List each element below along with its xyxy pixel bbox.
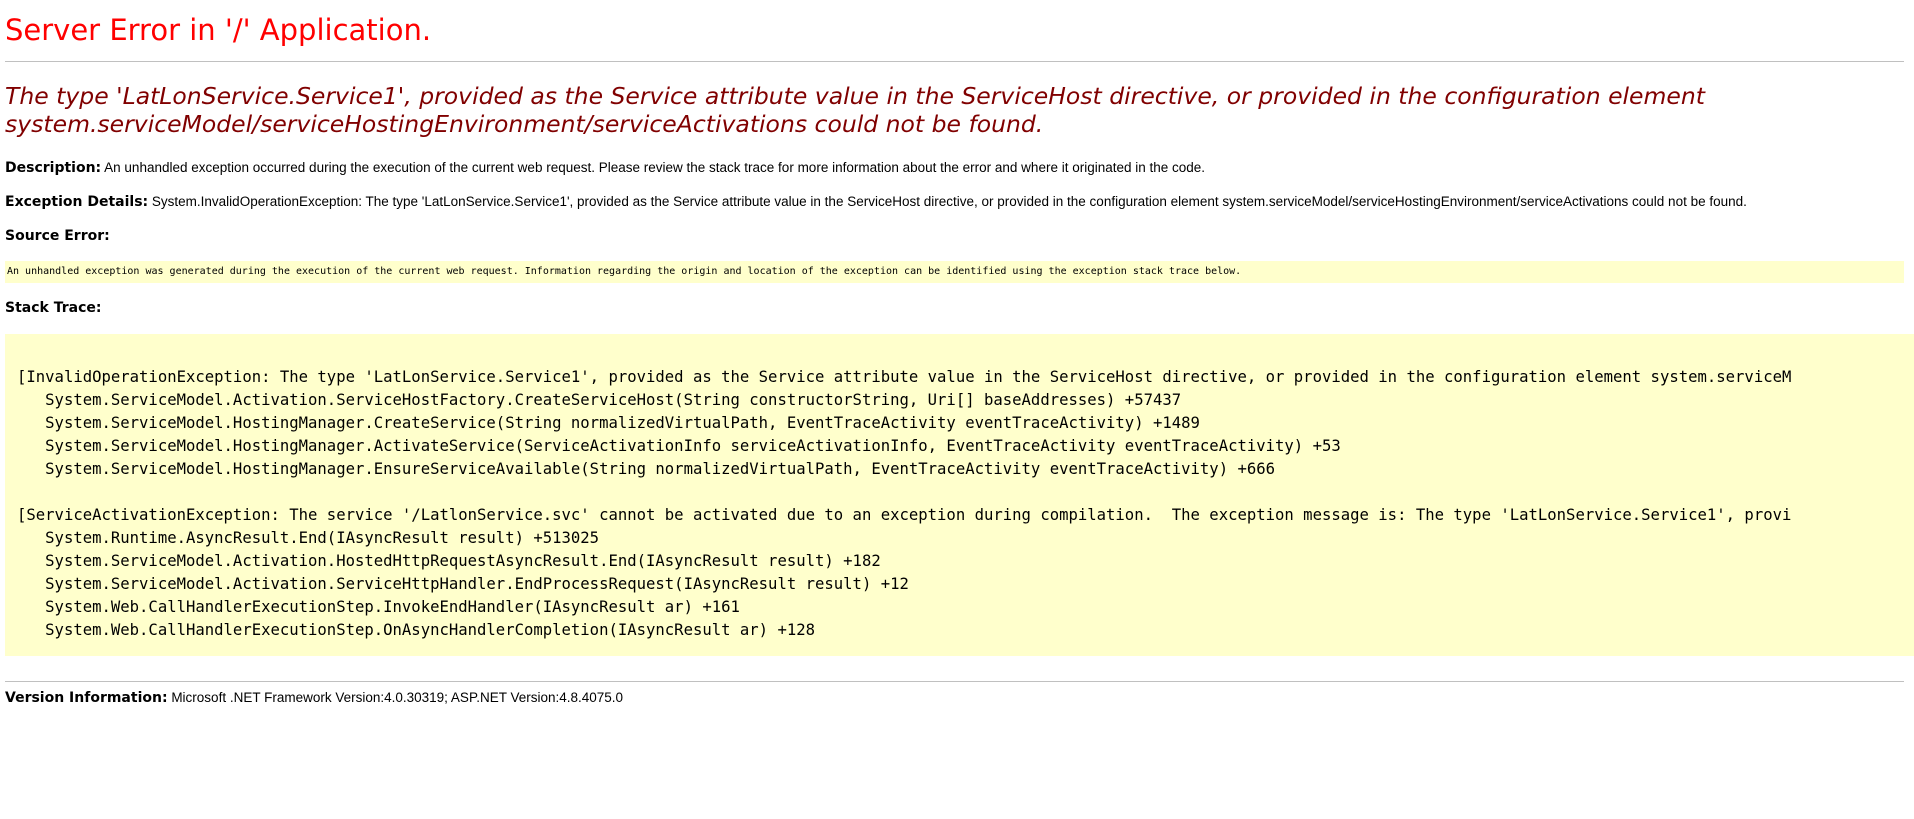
description-text: An unhandled exception occurred during t… bbox=[101, 160, 1206, 175]
stack-trace-line: System.ServiceModel.HostingManager.Creat… bbox=[17, 414, 1200, 432]
stack-trace-label: Stack Trace: bbox=[5, 300, 102, 316]
stack-trace-line: [InvalidOperationException: The type 'La… bbox=[17, 368, 1792, 386]
source-error-box: An unhandled exception was generated dur… bbox=[5, 261, 1904, 283]
stack-trace-blank-line bbox=[17, 481, 1791, 504]
exception-details-line: Exception Details: System.InvalidOperati… bbox=[5, 193, 1747, 211]
description-label: Description: bbox=[5, 160, 102, 176]
stack-trace-line: System.Web.CallHandlerExecutionStep.OnAs… bbox=[17, 621, 815, 639]
description-line: Description: An unhandled exception occu… bbox=[5, 159, 1205, 177]
stack-trace-line: [ServiceActivationException: The service… bbox=[17, 506, 1792, 524]
stack-trace-line: System.Web.CallHandlerExecutionStep.Invo… bbox=[17, 598, 740, 616]
footer-divider bbox=[5, 681, 1904, 682]
title-divider bbox=[5, 61, 1904, 62]
stack-trace-line: System.ServiceModel.HostingManager.Ensur… bbox=[17, 460, 1276, 478]
stack-trace-text: [InvalidOperationException: The type 'La… bbox=[17, 366, 1791, 642]
stack-trace-box: [InvalidOperationException: The type 'La… bbox=[5, 334, 1914, 656]
version-information-text: Microsoft .NET Framework Version:4.0.303… bbox=[167, 690, 624, 705]
stack-trace-line: System.ServiceModel.Activation.ServiceHt… bbox=[17, 575, 909, 593]
stack-trace-line: System.ServiceModel.HostingManager.Activ… bbox=[17, 437, 1341, 455]
version-information-label: Version Information: bbox=[5, 690, 168, 706]
page-title: Server Error in '/' Application. bbox=[5, 13, 432, 47]
stack-trace-line: System.Runtime.AsyncResult.End(IAsyncRes… bbox=[17, 529, 600, 547]
source-error-label: Source Error: bbox=[5, 228, 110, 244]
version-information-line: Version Information: Microsoft .NET Fram… bbox=[5, 689, 623, 707]
stack-trace-line: System.ServiceModel.Activation.ServiceHo… bbox=[17, 391, 1182, 409]
stack-trace-line: System.ServiceModel.Activation.HostedHtt… bbox=[17, 552, 881, 570]
exception-details-text: System.InvalidOperationException: The ty… bbox=[148, 194, 1747, 209]
exception-details-label: Exception Details: bbox=[5, 194, 149, 210]
source-error-text: An unhandled exception was generated dur… bbox=[7, 266, 1242, 277]
error-message: The type 'LatLonService.Service1', provi… bbox=[5, 82, 1705, 138]
